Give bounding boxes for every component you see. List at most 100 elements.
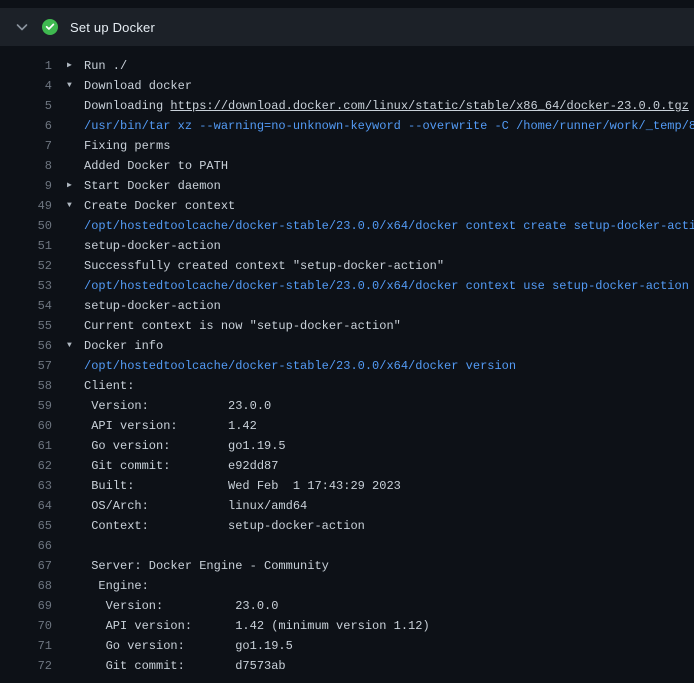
log-text: Git commit: e92dd87: [82, 456, 694, 476]
log-line: 65 Context: setup-docker-action: [0, 516, 694, 536]
log-line: 64 OS/Arch: linux/amd64: [0, 496, 694, 516]
group-collapsed-icon[interactable]: ▶: [52, 56, 82, 76]
group-collapsed-icon[interactable]: ▶: [52, 176, 82, 196]
group-arrow-icon: [52, 216, 82, 236]
group-arrow-icon: [52, 456, 82, 476]
line-number[interactable]: 1: [0, 56, 52, 76]
line-number[interactable]: 4: [0, 76, 52, 96]
step-header[interactable]: Set up Docker: [0, 8, 694, 46]
log-line: 70 API version: 1.42 (minimum version 1.…: [0, 616, 694, 636]
line-number[interactable]: 57: [0, 356, 52, 376]
line-number[interactable]: 55: [0, 316, 52, 336]
line-number[interactable]: 53: [0, 276, 52, 296]
group-arrow-icon: [52, 136, 82, 156]
group-arrow-icon: [52, 596, 82, 616]
group-arrow-icon: [52, 636, 82, 656]
log-line: 51 setup-docker-action: [0, 236, 694, 256]
line-number[interactable]: 49: [0, 196, 52, 216]
log-text: Context: setup-docker-action: [82, 516, 694, 536]
log-text: Version: 23.0.0: [82, 396, 694, 416]
line-number[interactable]: 9: [0, 176, 52, 196]
log-line: 55 Current context is now "setup-docker-…: [0, 316, 694, 336]
log-text: Run ./: [82, 56, 694, 76]
log-line[interactable]: 1 ▶ Run ./: [0, 56, 694, 76]
line-number[interactable]: 67: [0, 556, 52, 576]
log-line: 71 Go version: go1.19.5: [0, 636, 694, 656]
group-arrow-icon: [52, 576, 82, 596]
log-text: Engine:: [82, 576, 694, 596]
log-text: Create Docker context: [82, 196, 694, 216]
log-line[interactable]: 9 ▶ Start Docker daemon: [0, 176, 694, 196]
log-link[interactable]: https://download.docker.com/linux/static…: [170, 99, 688, 113]
log-text-prefix: Downloading: [84, 99, 170, 113]
log-text: Go version: go1.19.5: [82, 436, 694, 456]
log-line: 5 Downloading https://download.docker.co…: [0, 96, 694, 116]
line-number[interactable]: 60: [0, 416, 52, 436]
log-line[interactable]: 4 ▼ Download docker: [0, 76, 694, 96]
line-number[interactable]: 61: [0, 436, 52, 456]
group-arrow-icon: [52, 396, 82, 416]
log-text: Docker info: [82, 336, 694, 356]
line-number[interactable]: 58: [0, 376, 52, 396]
log-text: OS/Arch: linux/amd64: [82, 496, 694, 516]
line-number[interactable]: 59: [0, 396, 52, 416]
line-number[interactable]: 71: [0, 636, 52, 656]
group-arrow-icon: [52, 476, 82, 496]
log-text: /usr/bin/tar xz --warning=no-unknown-key…: [82, 116, 694, 136]
group-arrow-icon: [52, 556, 82, 576]
group-arrow-icon: [52, 96, 82, 116]
log-viewer: Set up Docker 1 ▶ Run ./ 4 ▼ Download do…: [0, 0, 694, 676]
group-expanded-icon[interactable]: ▼: [52, 336, 82, 356]
log-line: 53 /opt/hostedtoolcache/docker-stable/23…: [0, 276, 694, 296]
log-line[interactable]: 56 ▼ Docker info: [0, 336, 694, 356]
log-line: 67 Server: Docker Engine - Community: [0, 556, 694, 576]
line-number[interactable]: 7: [0, 136, 52, 156]
group-arrow-icon: [52, 296, 82, 316]
group-arrow-icon: [52, 256, 82, 276]
log-text: Start Docker daemon: [82, 176, 694, 196]
group-arrow-icon: [52, 236, 82, 256]
log-text: API version: 1.42: [82, 416, 694, 436]
line-number[interactable]: 54: [0, 296, 52, 316]
line-number[interactable]: 64: [0, 496, 52, 516]
line-number[interactable]: 63: [0, 476, 52, 496]
log-text: Client:: [82, 376, 694, 396]
group-expanded-icon[interactable]: ▼: [52, 76, 82, 96]
log-line: 57 /opt/hostedtoolcache/docker-stable/23…: [0, 356, 694, 376]
group-expanded-icon[interactable]: ▼: [52, 196, 82, 216]
line-number[interactable]: 66: [0, 536, 52, 556]
log-line: 72 Git commit: d7573ab: [0, 656, 694, 676]
log-text: Server: Docker Engine - Community: [82, 556, 694, 576]
line-number[interactable]: 56: [0, 336, 52, 356]
group-arrow-icon: [52, 616, 82, 636]
line-number[interactable]: 72: [0, 656, 52, 676]
group-arrow-icon: [52, 316, 82, 336]
log-line[interactable]: 49 ▼ Create Docker context: [0, 196, 694, 216]
line-number[interactable]: 68: [0, 576, 52, 596]
group-arrow-icon: [52, 356, 82, 376]
log-line: 54 setup-docker-action: [0, 296, 694, 316]
line-number[interactable]: 62: [0, 456, 52, 476]
line-number[interactable]: 52: [0, 256, 52, 276]
log-text: Current context is now "setup-docker-act…: [82, 316, 694, 336]
check-circle-icon: [42, 19, 58, 35]
group-arrow-icon: [52, 656, 82, 676]
log-line: 52 Successfully created context "setup-d…: [0, 256, 694, 276]
line-number[interactable]: 6: [0, 116, 52, 136]
group-arrow-icon: [52, 516, 82, 536]
group-arrow-icon: [52, 436, 82, 456]
log-text: Version: 23.0.0: [82, 596, 694, 616]
log-line: 68 Engine:: [0, 576, 694, 596]
log-text: Download docker: [82, 76, 694, 96]
line-number[interactable]: 69: [0, 596, 52, 616]
line-number[interactable]: 65: [0, 516, 52, 536]
line-number[interactable]: 70: [0, 616, 52, 636]
line-number[interactable]: 51: [0, 236, 52, 256]
line-number[interactable]: 8: [0, 156, 52, 176]
group-arrow-icon: [52, 156, 82, 176]
group-arrow-icon: [52, 416, 82, 436]
group-arrow-icon: [52, 376, 82, 396]
line-number[interactable]: 5: [0, 96, 52, 116]
line-number[interactable]: 50: [0, 216, 52, 236]
chevron-down-icon[interactable]: [14, 19, 30, 35]
